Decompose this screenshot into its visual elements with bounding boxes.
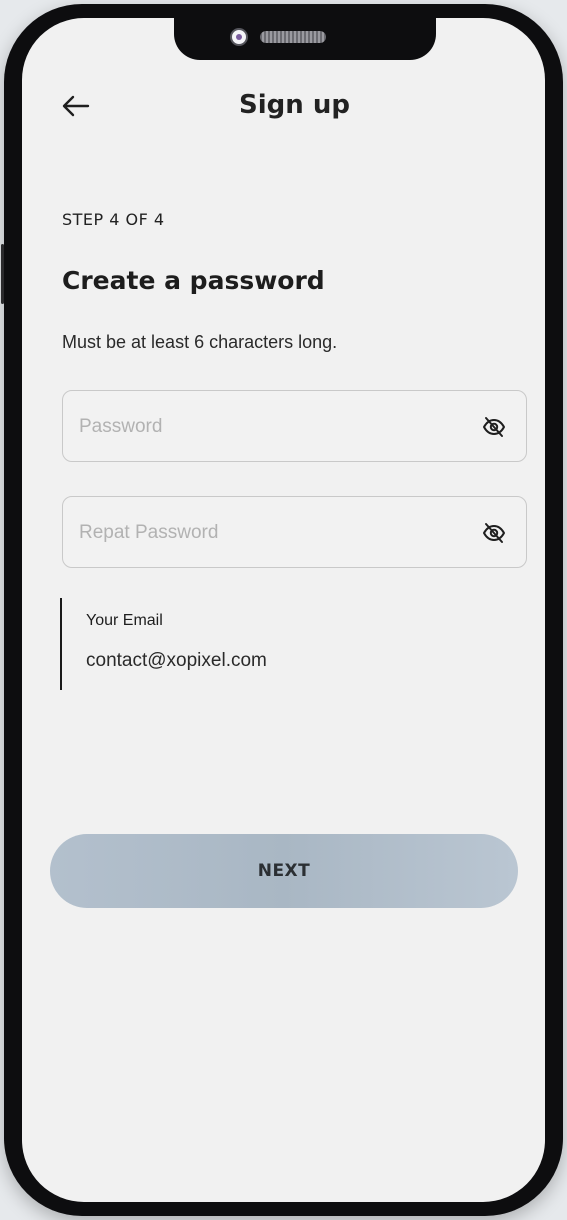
- app-screen: Sign up STEP 4 OF 4 Create a password Mu…: [22, 18, 545, 1202]
- email-value: contact@xopixel.com: [86, 650, 267, 671]
- password-field: [62, 390, 527, 463]
- earpiece-speaker: [260, 31, 326, 43]
- email-summary: Your Email contact@xopixel.com: [60, 598, 482, 690]
- password-hint: Must be at least 6 characters long.: [62, 332, 338, 352]
- eye-off-icon[interactable]: [482, 521, 506, 545]
- section-heading: Create a password: [62, 266, 325, 295]
- email-label: Your Email: [86, 612, 163, 629]
- top-bar: Sign up: [22, 78, 545, 138]
- step-indicator: STEP 4 OF 4: [62, 210, 165, 229]
- phone-notch: [174, 18, 436, 60]
- phone-frame: Sign up STEP 4 OF 4 Create a password Mu…: [1, 4, 563, 1216]
- eye-off-icon[interactable]: [482, 415, 506, 439]
- next-button-label: NEXT: [257, 861, 311, 881]
- repeat-password-input[interactable]: [77, 497, 461, 569]
- repeat-password-field: [62, 496, 527, 569]
- front-camera: [230, 28, 248, 46]
- page-title: Sign up: [239, 90, 350, 120]
- password-input[interactable]: [77, 391, 461, 463]
- next-button[interactable]: NEXT: [50, 834, 518, 908]
